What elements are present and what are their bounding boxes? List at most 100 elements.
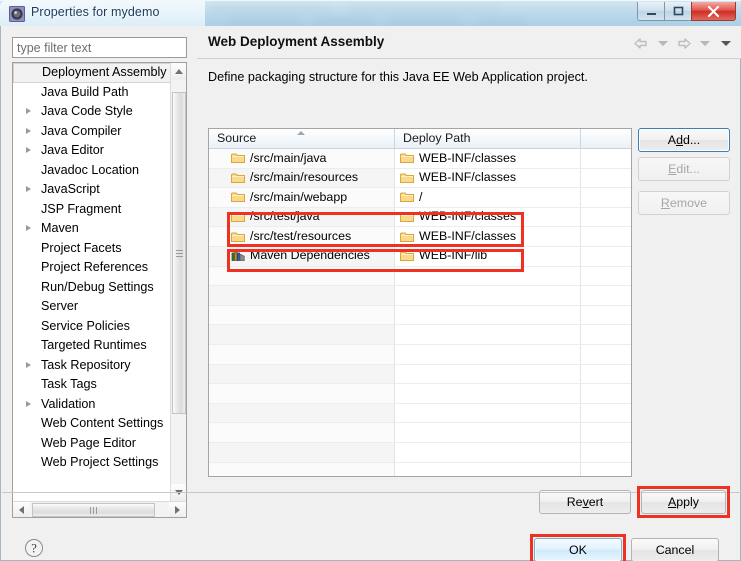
- expand-triangle-icon[interactable]: [26, 400, 31, 407]
- cell-extra: [581, 207, 631, 228]
- title-bar[interactable]: Properties for mydemo: [0, 0, 741, 27]
- maximize-button[interactable]: [664, 2, 692, 21]
- revert-button[interactable]: Revert: [539, 490, 631, 514]
- tree-vertical-scroll-thumb[interactable]: [172, 92, 186, 414]
- sidebar-item-label: JavaScript: [41, 182, 100, 196]
- expand-triangle-icon[interactable]: [26, 127, 31, 134]
- forward-arrow-icon[interactable]: [674, 35, 693, 52]
- deploy-path-label: WEB-INF/classes: [419, 209, 517, 224]
- sidebar-item-java-compiler[interactable]: Java Compiler: [13, 122, 171, 142]
- view-menu-chevron-down-icon[interactable]: [716, 35, 735, 52]
- cell-empty: [581, 462, 631, 476]
- cell-empty: [209, 286, 395, 306]
- sidebar-item-project-facets[interactable]: Project Facets: [13, 239, 171, 259]
- scroll-left-button[interactable]: [13, 502, 30, 517]
- table-row-empty: [209, 325, 631, 345]
- assembly-table[interactable]: Source Deploy Path /src/main/java WEB-INF…: [208, 128, 632, 477]
- svg-text:?: ?: [31, 542, 37, 556]
- scroll-up-button[interactable]: [171, 63, 186, 80]
- forward-history-chevron-down-icon[interactable]: [695, 35, 714, 52]
- table-row-empty: [209, 462, 631, 476]
- sidebar-item-java-build-path[interactable]: Java Build Path: [13, 83, 171, 103]
- dialog-body: Deployment Assembly Java Build Path Java C…: [0, 26, 741, 561]
- cell-extra: [581, 149, 631, 169]
- sidebar-item-label: Task Tags: [41, 377, 97, 391]
- back-arrow-icon[interactable]: [632, 35, 651, 52]
- chevron-down-icon: [699, 41, 710, 46]
- sidebar-item-task-tags[interactable]: Task Tags: [13, 375, 171, 395]
- expand-triangle-icon[interactable]: [26, 147, 31, 154]
- sidebar-item-javascript[interactable]: JavaScript: [13, 180, 171, 200]
- cell-empty: [581, 344, 631, 365]
- column-header-deploy-path[interactable]: Deploy Path: [395, 129, 581, 148]
- apply-button[interactable]: Apply: [641, 490, 726, 514]
- tree-horizontal-scrollbar[interactable]: [13, 501, 186, 517]
- sidebar-item-task-repository[interactable]: Task Repository: [13, 356, 171, 376]
- sidebar-item-service-policies[interactable]: Service Policies: [13, 317, 171, 337]
- cell-extra: [581, 168, 631, 189]
- sidebar-item-label: Java Build Path: [41, 84, 129, 99]
- deploy-path-label: WEB-INF/classes: [419, 228, 517, 243]
- minimize-button[interactable]: [637, 2, 665, 21]
- sidebar-item-web-project-settings[interactable]: Web Project Settings: [13, 453, 171, 473]
- sidebar-item-targeted-runtimes[interactable]: Targeted Runtimes: [13, 336, 171, 356]
- expand-triangle-icon[interactable]: [26, 108, 31, 115]
- ok-button[interactable]: OK: [534, 538, 622, 561]
- library-icon-label: Maven Dependencies: [250, 248, 370, 263]
- triangle-right-icon: [175, 506, 180, 514]
- page-title: Web Deployment Assembly: [208, 34, 385, 49]
- table-row[interactable]: Maven Dependencies WEB-INF/lib: [209, 246, 631, 267]
- cancel-button[interactable]: Cancel: [631, 538, 719, 561]
- column-header-source[interactable]: Source: [209, 129, 395, 148]
- cell-source: /src/main/resources: [209, 168, 395, 189]
- chevron-down-icon: [657, 41, 668, 46]
- cell-empty: [581, 384, 631, 404]
- table-row-empty: [209, 442, 631, 463]
- deploy-path-label: WEB-INF/classes: [419, 150, 517, 165]
- table-row[interactable]: /src/main/webapp /: [209, 188, 631, 208]
- sidebar-item-java-editor[interactable]: Java Editor: [13, 141, 171, 161]
- sidebar-item-javadoc-location[interactable]: Javadoc Location: [13, 161, 171, 181]
- table-row-empty: [209, 286, 631, 306]
- table-row[interactable]: /src/main/java WEB-INF/classes: [209, 149, 631, 169]
- sidebar-item-project-references[interactable]: Project References: [13, 258, 171, 278]
- sidebar-item-label: Web Page Editor: [41, 435, 136, 450]
- column-header-extra[interactable]: [581, 129, 631, 148]
- grip-icon: [90, 506, 97, 514]
- sidebar-item-jsp-fragment[interactable]: JSP Fragment: [13, 200, 171, 220]
- sidebar-item-maven[interactable]: Maven: [13, 219, 171, 239]
- table-row-empty: [209, 423, 631, 443]
- sidebar-item-server[interactable]: Server: [13, 297, 171, 317]
- sidebar-item-web-page-editor[interactable]: Web Page Editor: [13, 434, 171, 454]
- sidebar-item-validation[interactable]: Validation: [13, 395, 171, 415]
- scroll-right-button[interactable]: [169, 502, 186, 517]
- sidebar-item-label: Web Content Settings: [41, 416, 164, 430]
- add-button[interactable]: Add...: [638, 128, 730, 152]
- cell-empty: [209, 423, 395, 443]
- expand-triangle-icon[interactable]: [26, 225, 31, 232]
- cell-empty: [395, 286, 581, 306]
- cell-empty: [395, 384, 581, 404]
- cell-empty: [395, 305, 581, 326]
- expand-triangle-icon[interactable]: [26, 186, 31, 193]
- grip-icon: [175, 249, 183, 257]
- tree-vertical-scrollbar[interactable]: [170, 63, 186, 501]
- sidebar-item-java-code-style[interactable]: Java Code Style: [13, 102, 171, 122]
- table-row[interactable]: /src/test/java WEB-INF/classes: [209, 207, 631, 228]
- page-navigation: [632, 35, 735, 52]
- sidebar-item-deployment-assembly[interactable]: Deployment Assembly: [13, 63, 171, 83]
- tree-horizontal-scroll-thumb[interactable]: [32, 503, 155, 517]
- settings-tree[interactable]: Deployment Assembly Java Build Path Java C…: [12, 62, 187, 518]
- sidebar-item-run-debug-settings[interactable]: Run/Debug Settings: [13, 278, 171, 298]
- cell-deploy-path: WEB-INF/classes: [395, 227, 581, 247]
- sidebar-item-label: Server: [41, 299, 79, 313]
- expand-triangle-icon[interactable]: [26, 361, 31, 368]
- help-question-icon[interactable]: ?: [24, 538, 44, 558]
- filter-input[interactable]: [12, 37, 187, 58]
- sidebar-item-web-content-settings[interactable]: Web Content Settings: [13, 414, 171, 434]
- sidebar-item-label: Web Project Settings: [41, 455, 159, 469]
- table-row[interactable]: /src/main/resources WEB-INF/classes: [209, 168, 631, 189]
- close-button[interactable]: [691, 2, 736, 21]
- table-row[interactable]: /src/test/resources WEB-INF/classes: [209, 227, 631, 247]
- back-history-chevron-down-icon[interactable]: [653, 35, 672, 52]
